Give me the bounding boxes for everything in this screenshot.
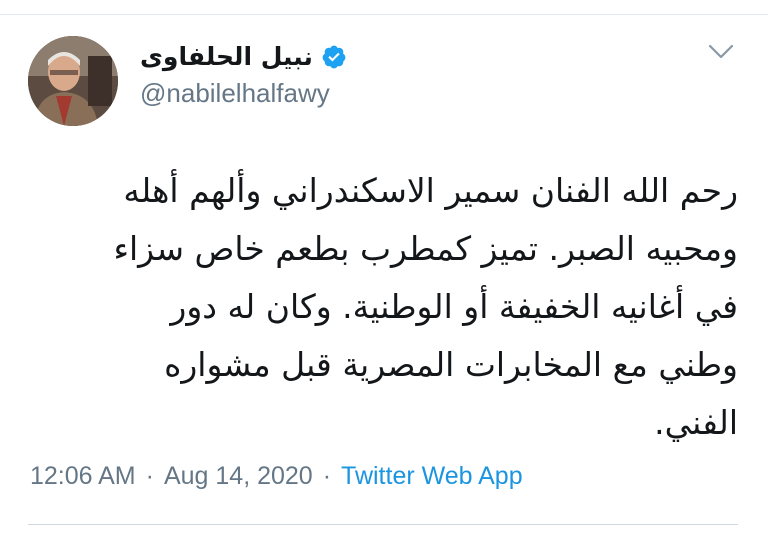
tweet-text-line: في أغانيه الخفيفة أو الوطنية. وكان له دو… — [170, 287, 738, 326]
author-handle[interactable]: @nabilelhalfawy — [140, 78, 330, 109]
tweet-text-line: ومحبيه الصبر. تميز كمطرب بطعم خاص سزاء — [113, 229, 738, 268]
chevron-down-icon[interactable] — [708, 44, 734, 60]
bottom-divider — [28, 524, 738, 525]
tweet-text: رحم الله الفنان سمير الاسكندراني وألهم أ… — [38, 162, 738, 452]
verified-badge-icon — [322, 45, 346, 68]
author-name-row: نبيل الحلفاوى — [140, 42, 347, 71]
avatar[interactable] — [28, 36, 118, 126]
tweet-text-line: رحم الله الفنان سمير الاسكندراني وألهم أ… — [123, 171, 738, 210]
tweet-text-line: وطني مع المخابرات المصرية قبل مشواره — [164, 345, 738, 384]
meta-separator: · — [322, 462, 332, 490]
avatar-image — [28, 36, 118, 126]
tweet-text-line: الفني. — [654, 403, 738, 442]
tweet-source-link[interactable]: Twitter Web App — [341, 462, 523, 491]
tweet-card: نبيل الحلفاوى @nabilelhalfawy رحم الله ا… — [0, 0, 768, 540]
tweet-time[interactable]: 12:06 AM — [30, 462, 136, 491]
tweet-date[interactable]: Aug 14, 2020 — [164, 462, 313, 491]
tweet-meta: 12:06 AM · Aug 14, 2020 · Twitter Web Ap… — [30, 462, 523, 491]
meta-separator: · — [145, 462, 154, 490]
top-divider — [0, 14, 768, 15]
author-display-name[interactable]: نبيل الحلفاوى — [140, 42, 313, 71]
